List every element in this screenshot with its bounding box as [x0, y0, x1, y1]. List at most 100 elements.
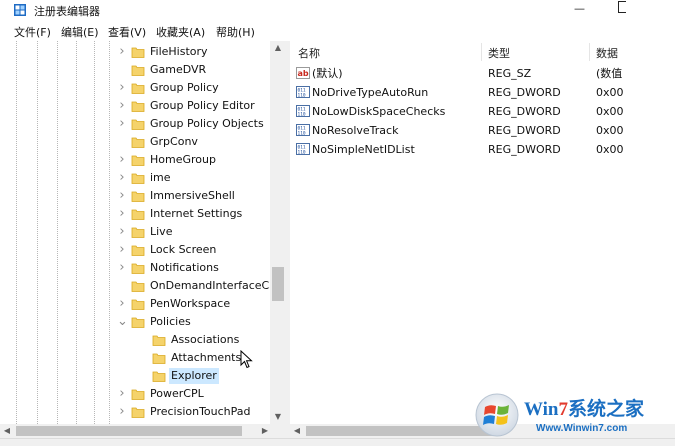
tree-item-label: OnDemandInterfaceCa [150, 279, 276, 292]
tree-item[interactable]: › ImmersiveShell [0, 187, 270, 205]
menu-help[interactable]: 帮助(H) [216, 24, 255, 40]
folder-icon [131, 83, 145, 94]
tree-item-label: Attachments [171, 351, 242, 364]
chevron-right-icon[interactable]: › [117, 387, 127, 400]
list-item[interactable]: 011 110 NoSimpleNetIDList REG_DWORD 0x00 [290, 140, 675, 159]
tree-vertical-scrollbar[interactable]: ▲ ▼ [270, 41, 286, 424]
value-type: REG_DWORD [488, 124, 561, 137]
folder-icon [131, 101, 145, 112]
chevron-right-icon[interactable]: › [117, 261, 127, 274]
tree-item-label: PrecisionTouchPad [150, 405, 251, 418]
tree-item[interactable]: › Live [0, 223, 270, 241]
restore-button[interactable] [618, 1, 626, 13]
scroll-left-arrow-icon[interactable]: ◀ [290, 424, 304, 438]
folder-icon [131, 245, 145, 256]
scroll-up-arrow-icon[interactable]: ▲ [270, 41, 286, 55]
chevron-right-icon[interactable]: › [117, 153, 127, 166]
tree-item[interactable]: › HomeGroup [0, 151, 270, 169]
folder-icon [131, 191, 145, 202]
tree-item-label: Policies [150, 315, 191, 328]
chevron-right-icon[interactable]: › [117, 243, 127, 256]
menu-bar: 文件(F) 编辑(E) 查看(V) 收藏夹(A) 帮助(H) [0, 22, 675, 40]
column-divider[interactable] [481, 43, 482, 61]
value-type: REG_DWORD [488, 105, 561, 118]
value-data: 0x00 [596, 105, 624, 118]
tree-item[interactable]: GrpConv [0, 133, 270, 151]
chevron-right-icon[interactable]: › [117, 45, 127, 58]
watermark-logo: Win7系统之家 Www.Winwin7.com [474, 388, 672, 440]
tree-item-label: HomeGroup [150, 153, 216, 166]
chevron-right-icon[interactable]: › [117, 81, 127, 94]
string-value-icon: ab [296, 67, 310, 79]
list-item[interactable]: 011 110 NoResolveTrack REG_DWORD 0x00 [290, 121, 675, 140]
value-name: NoSimpleNetIDList [312, 143, 415, 156]
tree-item[interactable]: GameDVR [0, 61, 270, 79]
chevron-right-icon[interactable]: › [117, 297, 127, 310]
minimize-button[interactable]: — [574, 2, 585, 15]
value-type: REG_SZ [488, 67, 532, 80]
tree-item[interactable]: › FileHistory [0, 43, 270, 61]
tree-item-label: ime [150, 171, 171, 184]
tree-scroll-thumb[interactable] [272, 267, 284, 301]
scroll-right-arrow-icon[interactable]: ▶ [258, 424, 272, 438]
value-data: 0x00 [596, 143, 624, 156]
tree-item[interactable]: OnDemandInterfaceCa [0, 277, 276, 295]
tree-hscroll-thumb[interactable] [16, 426, 242, 436]
menu-view[interactable]: 查看(V) [108, 24, 146, 40]
chevron-right-icon[interactable]: › [117, 405, 127, 418]
dword-value-icon: 011110 [296, 143, 310, 156]
menu-favorites[interactable]: 收藏夹(A) [156, 24, 205, 40]
tree-item-label: Lock Screen [150, 243, 217, 256]
list-item[interactable]: 011 110 NoLowDiskSpaceChecks REG_DWORD 0x00 [290, 102, 675, 121]
column-divider[interactable] [589, 43, 590, 61]
scroll-left-arrow-icon[interactable]: ◀ [0, 424, 14, 438]
registry-values-list[interactable]: 名称 类型 数据 ab (默认) REG_SZ (数值 011 110 NoDriveTyp… [290, 41, 675, 424]
value-name: (默认) [312, 67, 343, 80]
column-header-type[interactable]: 类型 [488, 45, 510, 61]
column-header-data[interactable]: 数据 [596, 45, 618, 61]
chevron-down-icon[interactable]: ⌄ [117, 315, 128, 328]
tree-item-label: GameDVR [150, 63, 207, 76]
value-name: NoDriveTypeAutoRun [312, 86, 429, 99]
tree-item[interactable]: › PrecisionTouchPad [0, 403, 270, 421]
tree-item[interactable]: › Group Policy [0, 79, 270, 97]
value-name: NoResolveTrack [312, 124, 399, 137]
value-data: (数值 [596, 67, 623, 80]
tree-item[interactable]: Explorer [0, 367, 270, 385]
chevron-right-icon[interactable]: › [117, 207, 127, 220]
folder-icon [131, 389, 145, 400]
chevron-right-icon[interactable]: › [117, 225, 127, 238]
tree-item[interactable]: › PenWorkspace [0, 295, 270, 313]
tree-item[interactable]: Attachments [0, 349, 270, 367]
menu-file[interactable]: 文件(F) [14, 24, 51, 40]
list-hscroll-thumb[interactable] [306, 426, 502, 436]
tree-horizontal-scrollbar[interactable]: ◀ ▶ [0, 424, 286, 438]
value-type: REG_DWORD [488, 143, 561, 156]
tree-item[interactable]: › PowerCPL [0, 385, 270, 403]
chevron-right-icon[interactable]: › [117, 99, 127, 112]
menu-edit[interactable]: 编辑(E) [61, 24, 99, 40]
chevron-right-icon[interactable]: › [117, 117, 127, 130]
svg-text:110: 110 [298, 150, 306, 156]
tree-item[interactable]: › Group Policy Objects [0, 115, 270, 133]
title-bar: 注册表编辑器 — [0, 0, 675, 20]
chevron-right-icon[interactable]: › [117, 171, 127, 184]
folder-icon [131, 407, 145, 418]
tree-item[interactable]: › Internet Settings [0, 205, 270, 223]
tree-item[interactable]: › Notifications [0, 259, 270, 277]
column-header-name[interactable]: 名称 [298, 45, 320, 61]
tree-item-label: PenWorkspace [150, 297, 231, 310]
chevron-right-icon[interactable]: › [117, 189, 127, 202]
value-name: NoLowDiskSpaceChecks [312, 105, 446, 118]
list-item[interactable]: 011 110 NoDriveTypeAutoRun REG_DWORD 0x00 [290, 83, 675, 102]
list-item[interactable]: ab (默认) REG_SZ (数值 [290, 64, 675, 83]
tree-item[interactable]: Associations [0, 331, 270, 349]
scroll-down-arrow-icon[interactable]: ▼ [270, 410, 286, 424]
svg-text:110: 110 [298, 93, 306, 99]
tree-item[interactable]: › ime [0, 169, 270, 187]
tree-item[interactable]: › Lock Screen [0, 241, 270, 259]
tree-item-label: Group Policy Objects [150, 117, 264, 130]
tree-item[interactable]: ⌄ Policies [0, 313, 270, 331]
tree-item[interactable]: › Group Policy Editor [0, 97, 270, 115]
folder-icon [131, 47, 145, 58]
